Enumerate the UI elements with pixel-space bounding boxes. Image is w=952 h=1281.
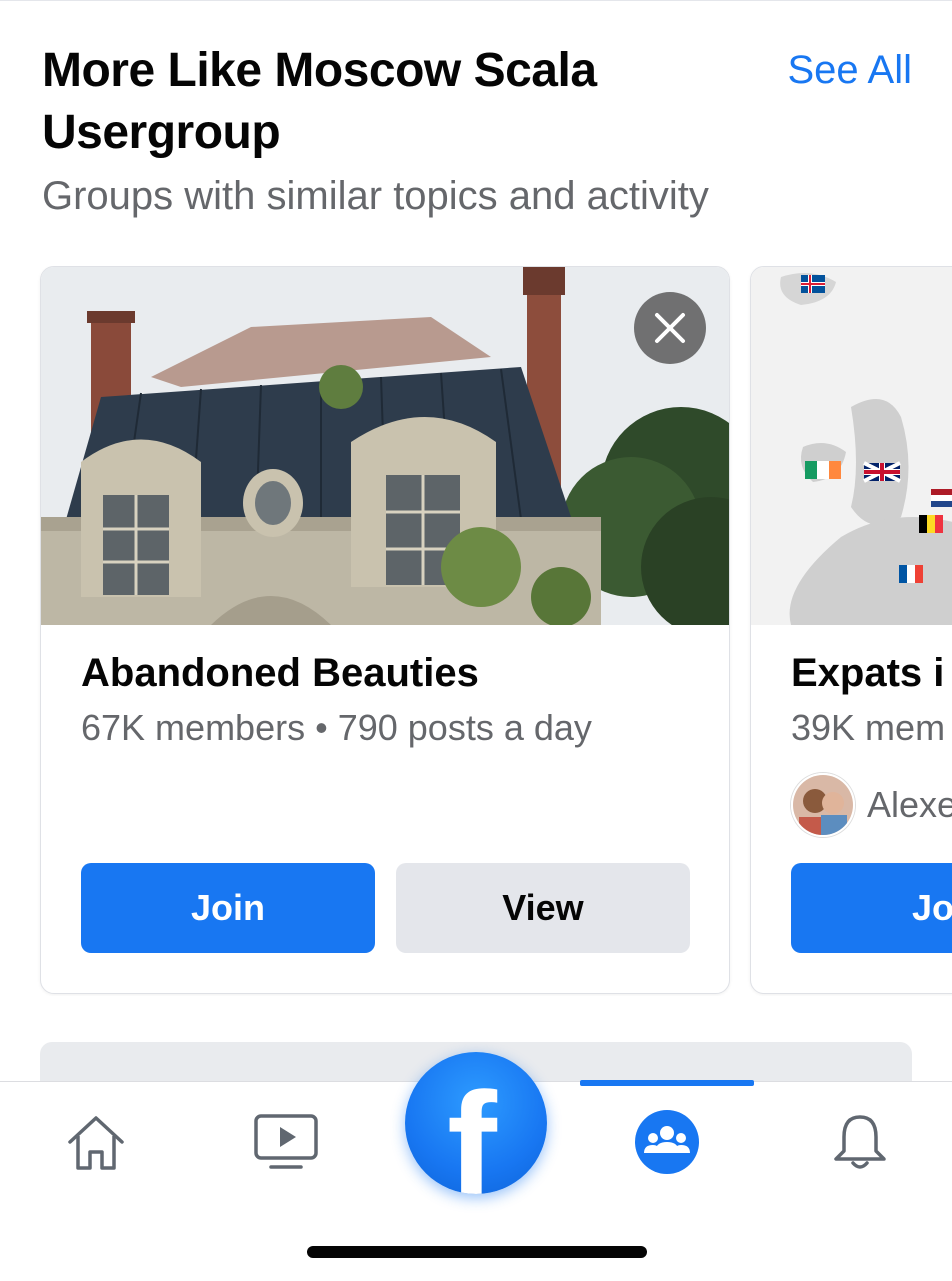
group-card[interactable]: Abandoned Beauties 67K members • 790 posts… [40, 266, 730, 994]
facebook-f-icon: f [447, 1061, 497, 1194]
group-cover-image[interactable] [41, 267, 729, 625]
ireland-flag [805, 461, 841, 479]
group-name[interactable]: Expats i [791, 651, 944, 696]
watch-icon [254, 1114, 318, 1169]
belgium-flag [919, 515, 943, 533]
bell-icon [834, 1115, 886, 1169]
post-frequency: 790 posts a day [337, 707, 592, 748]
home-icon [68, 1116, 124, 1170]
tab-groups[interactable] [622, 1102, 712, 1182]
tab-home[interactable] [51, 1102, 141, 1182]
see-all-link[interactable]: See All [787, 48, 912, 93]
member-count: 39K mem [791, 707, 946, 748]
home-indicator[interactable] [307, 1246, 647, 1258]
group-card[interactable]: Expats i 39K mem Alexe Joi [750, 266, 952, 994]
groups-icon [635, 1110, 699, 1174]
section-subtitle: Groups with similar topics and activity [42, 174, 709, 218]
friend-member-name: Alexe [867, 784, 952, 825]
view-button[interactable]: View [396, 863, 690, 953]
join-button[interactable]: Join [81, 863, 375, 953]
section-title: More Like Moscow Scala Usergroup [42, 44, 597, 159]
tab-watch[interactable] [241, 1102, 331, 1182]
group-suggestions-carousel[interactable]: Abandoned Beauties 67K members • 790 posts… [0, 266, 952, 996]
join-button[interactable]: Joi [791, 863, 952, 953]
top-divider [0, 0, 952, 1]
stats-separator: • [315, 707, 328, 748]
netherlands-flag [931, 489, 952, 507]
group-stats: 67K members • 790 posts a day [81, 707, 592, 749]
facebook-logo-button[interactable]: f [405, 1052, 547, 1194]
dismiss-button[interactable] [634, 292, 706, 364]
tab-notifications[interactable] [815, 1102, 905, 1182]
group-name[interactable]: Abandoned Beauties [81, 651, 479, 696]
uk-flag [863, 461, 901, 483]
close-icon [655, 313, 685, 343]
active-tab-indicator [580, 1080, 754, 1086]
france-flag [899, 565, 923, 583]
group-cover-image[interactable] [751, 267, 952, 625]
avatar [791, 773, 855, 837]
friend-member-row: Alexe [791, 773, 952, 837]
member-count: 67K members [81, 707, 306, 748]
iceland-flag [801, 275, 825, 293]
